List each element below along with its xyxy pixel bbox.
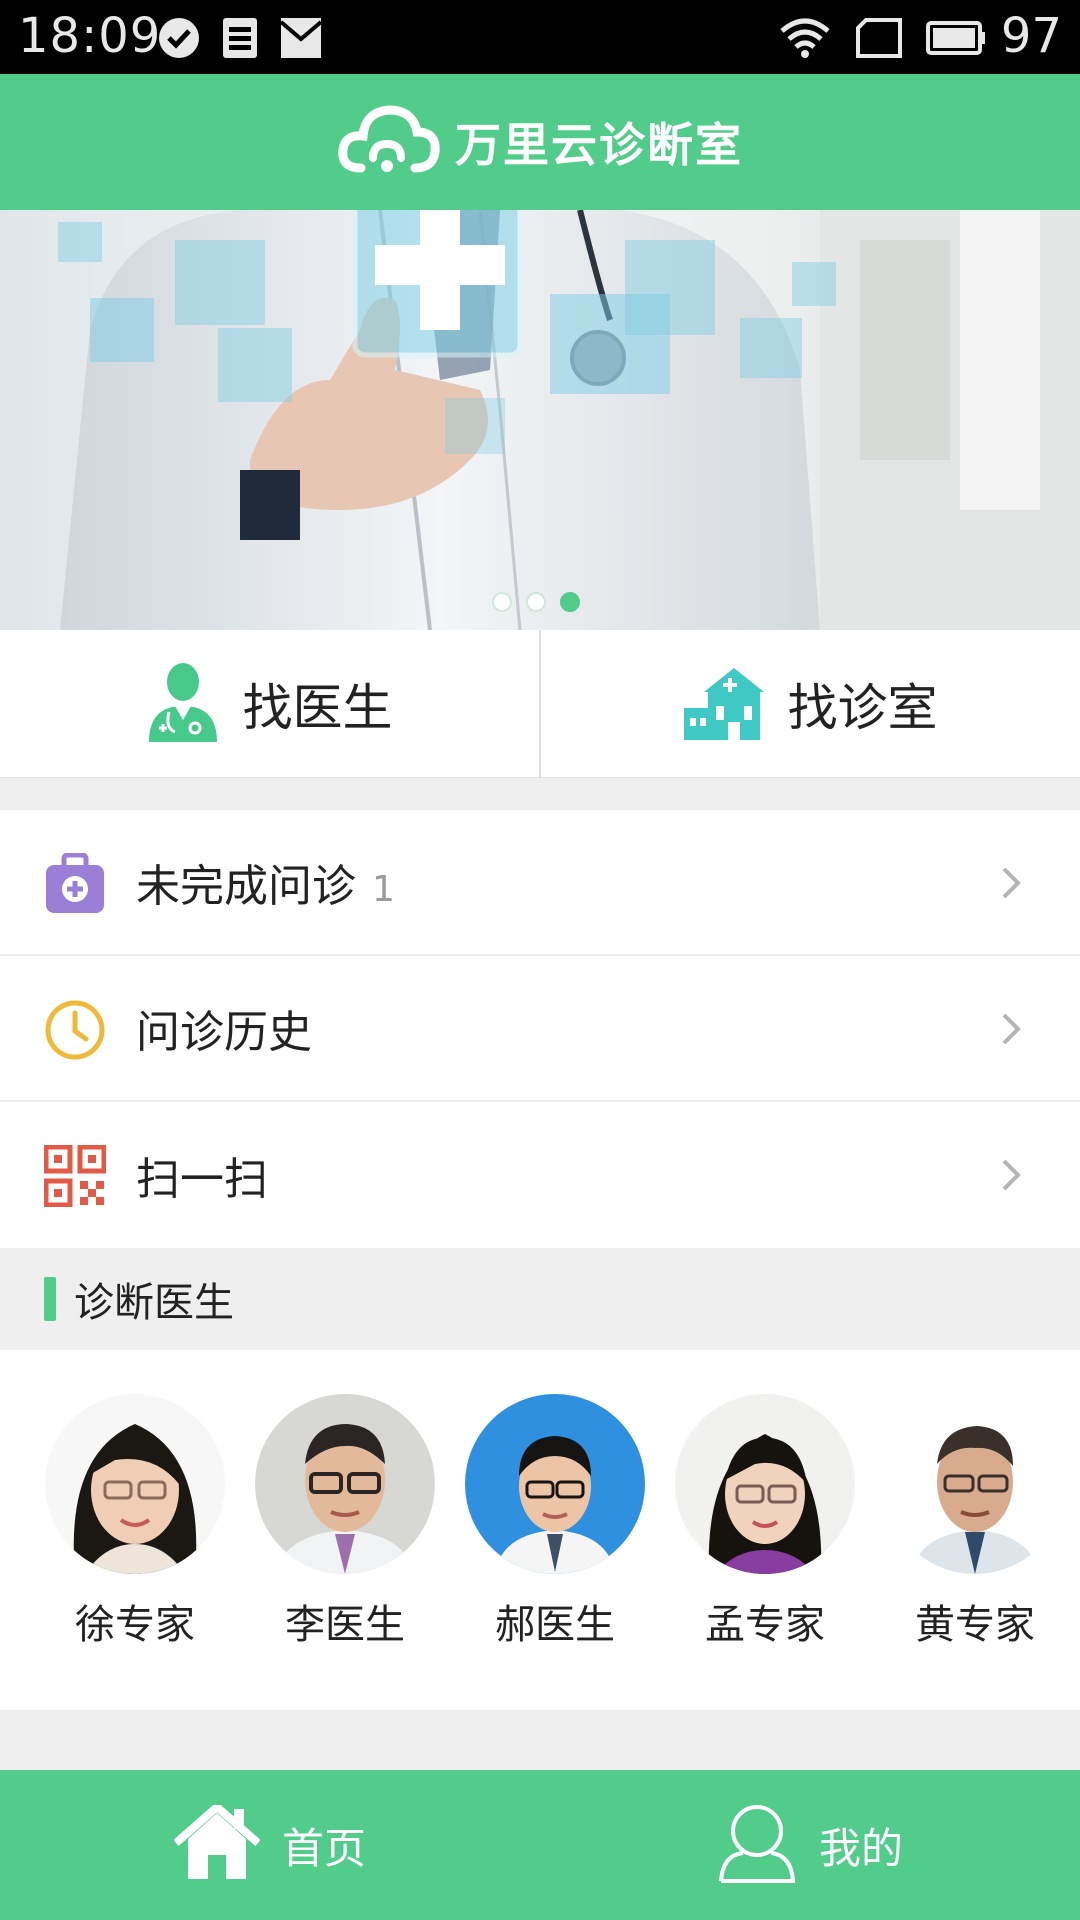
menu-list: 未完成问诊 1 问诊历史 扫一扫	[0, 810, 1080, 1248]
doctor-name: 黄专家	[915, 1602, 1035, 1648]
medical-kit-icon	[44, 852, 106, 915]
consultation-history-label: 问诊历史	[136, 1007, 312, 1058]
find-clinic-button[interactable]: 找诊室	[539, 630, 1080, 777]
app-header: 万里云诊断室	[0, 74, 1080, 210]
sim-card-icon	[222, 17, 258, 63]
menu-item-label: 未完成问诊 1	[136, 850, 395, 914]
section-header: 诊断医生	[0, 1248, 1080, 1350]
battery-icon	[926, 17, 986, 63]
doctor-name: 孟专家	[705, 1602, 825, 1648]
doctor-card[interactable]: 李医生	[255, 1394, 435, 1650]
find-clinic-label: 找诊室	[787, 678, 938, 737]
tab-home-label: 首页	[281, 1823, 366, 1873]
doctor-name: 郝医生	[495, 1602, 615, 1648]
chevron-right-icon	[992, 865, 1028, 901]
mail-icon	[279, 17, 323, 63]
doctor-card[interactable]: 孟专家	[675, 1394, 855, 1650]
promo-banner[interactable]	[0, 210, 1080, 630]
banner-image	[58, 210, 1080, 630]
qr-code-icon	[43, 1144, 107, 1208]
pending-consultations-label: 未完成问诊	[136, 861, 356, 912]
banner-dot-active[interactable]	[560, 592, 580, 612]
doctor-icon	[147, 662, 219, 746]
portrait-icon	[854, 17, 904, 63]
menu-item-scan[interactable]: 扫一扫	[0, 1102, 1080, 1248]
cloud-logo-icon	[337, 102, 441, 182]
avatar	[885, 1394, 1065, 1574]
scan-label: 扫一扫	[136, 1154, 268, 1205]
app-screen: 18:09 97 万里云诊断室 找医生 找诊室 未完成问诊 1 问诊历史 扫一扫…	[0, 0, 1080, 1920]
doctor-card[interactable]: 徐专家	[45, 1394, 225, 1650]
find-doctor-label: 找医生	[242, 678, 393, 737]
bottom-tab-bar: 首页 我的	[0, 1770, 1080, 1920]
tab-profile-label: 我的	[818, 1823, 903, 1873]
check-circle-icon	[158, 17, 200, 63]
avatar	[465, 1394, 645, 1574]
brand: 万里云诊断室	[337, 102, 743, 182]
home-icon	[173, 1803, 261, 1885]
avatar	[45, 1394, 225, 1574]
battery-level: 97	[1000, 8, 1062, 64]
clock-icon	[44, 999, 106, 1061]
status-time: 18:09	[18, 8, 162, 64]
doctor-list: 徐专家 李医生 郝医生 孟专家 黄专家	[0, 1350, 1080, 1710]
section-accent-bar	[44, 1277, 56, 1321]
doctor-card[interactable]: 黄专家	[885, 1394, 1065, 1650]
menu-item-pending-consultations[interactable]: 未完成问诊 1	[0, 810, 1080, 956]
pending-count-badge: 1	[372, 869, 395, 910]
doctor-card[interactable]: 郝医生	[465, 1394, 645, 1650]
banner-dot[interactable]	[526, 592, 546, 612]
doctor-name: 徐专家	[75, 1602, 195, 1648]
quick-actions: 找医生 找诊室	[0, 630, 1080, 778]
chevron-right-icon	[992, 1157, 1028, 1193]
chevron-right-icon	[992, 1011, 1028, 1047]
user-icon	[717, 1803, 797, 1887]
wifi-icon	[780, 17, 830, 63]
menu-item-consultation-history[interactable]: 问诊历史	[0, 956, 1080, 1102]
tab-profile[interactable]: 我的	[540, 1770, 1080, 1920]
app-title: 万里云诊断室	[455, 118, 743, 172]
clinic-icon	[683, 662, 764, 746]
section-title: 诊断医生	[74, 1280, 234, 1326]
banner-pagination	[492, 592, 580, 612]
tab-home[interactable]: 首页	[0, 1770, 540, 1920]
banner-dot[interactable]	[492, 592, 512, 612]
avatar	[255, 1394, 435, 1574]
doctor-name: 李医生	[285, 1602, 405, 1648]
status-bar: 18:09 97	[0, 0, 1080, 74]
avatar	[675, 1394, 855, 1574]
find-doctor-button[interactable]: 找医生	[0, 630, 539, 777]
